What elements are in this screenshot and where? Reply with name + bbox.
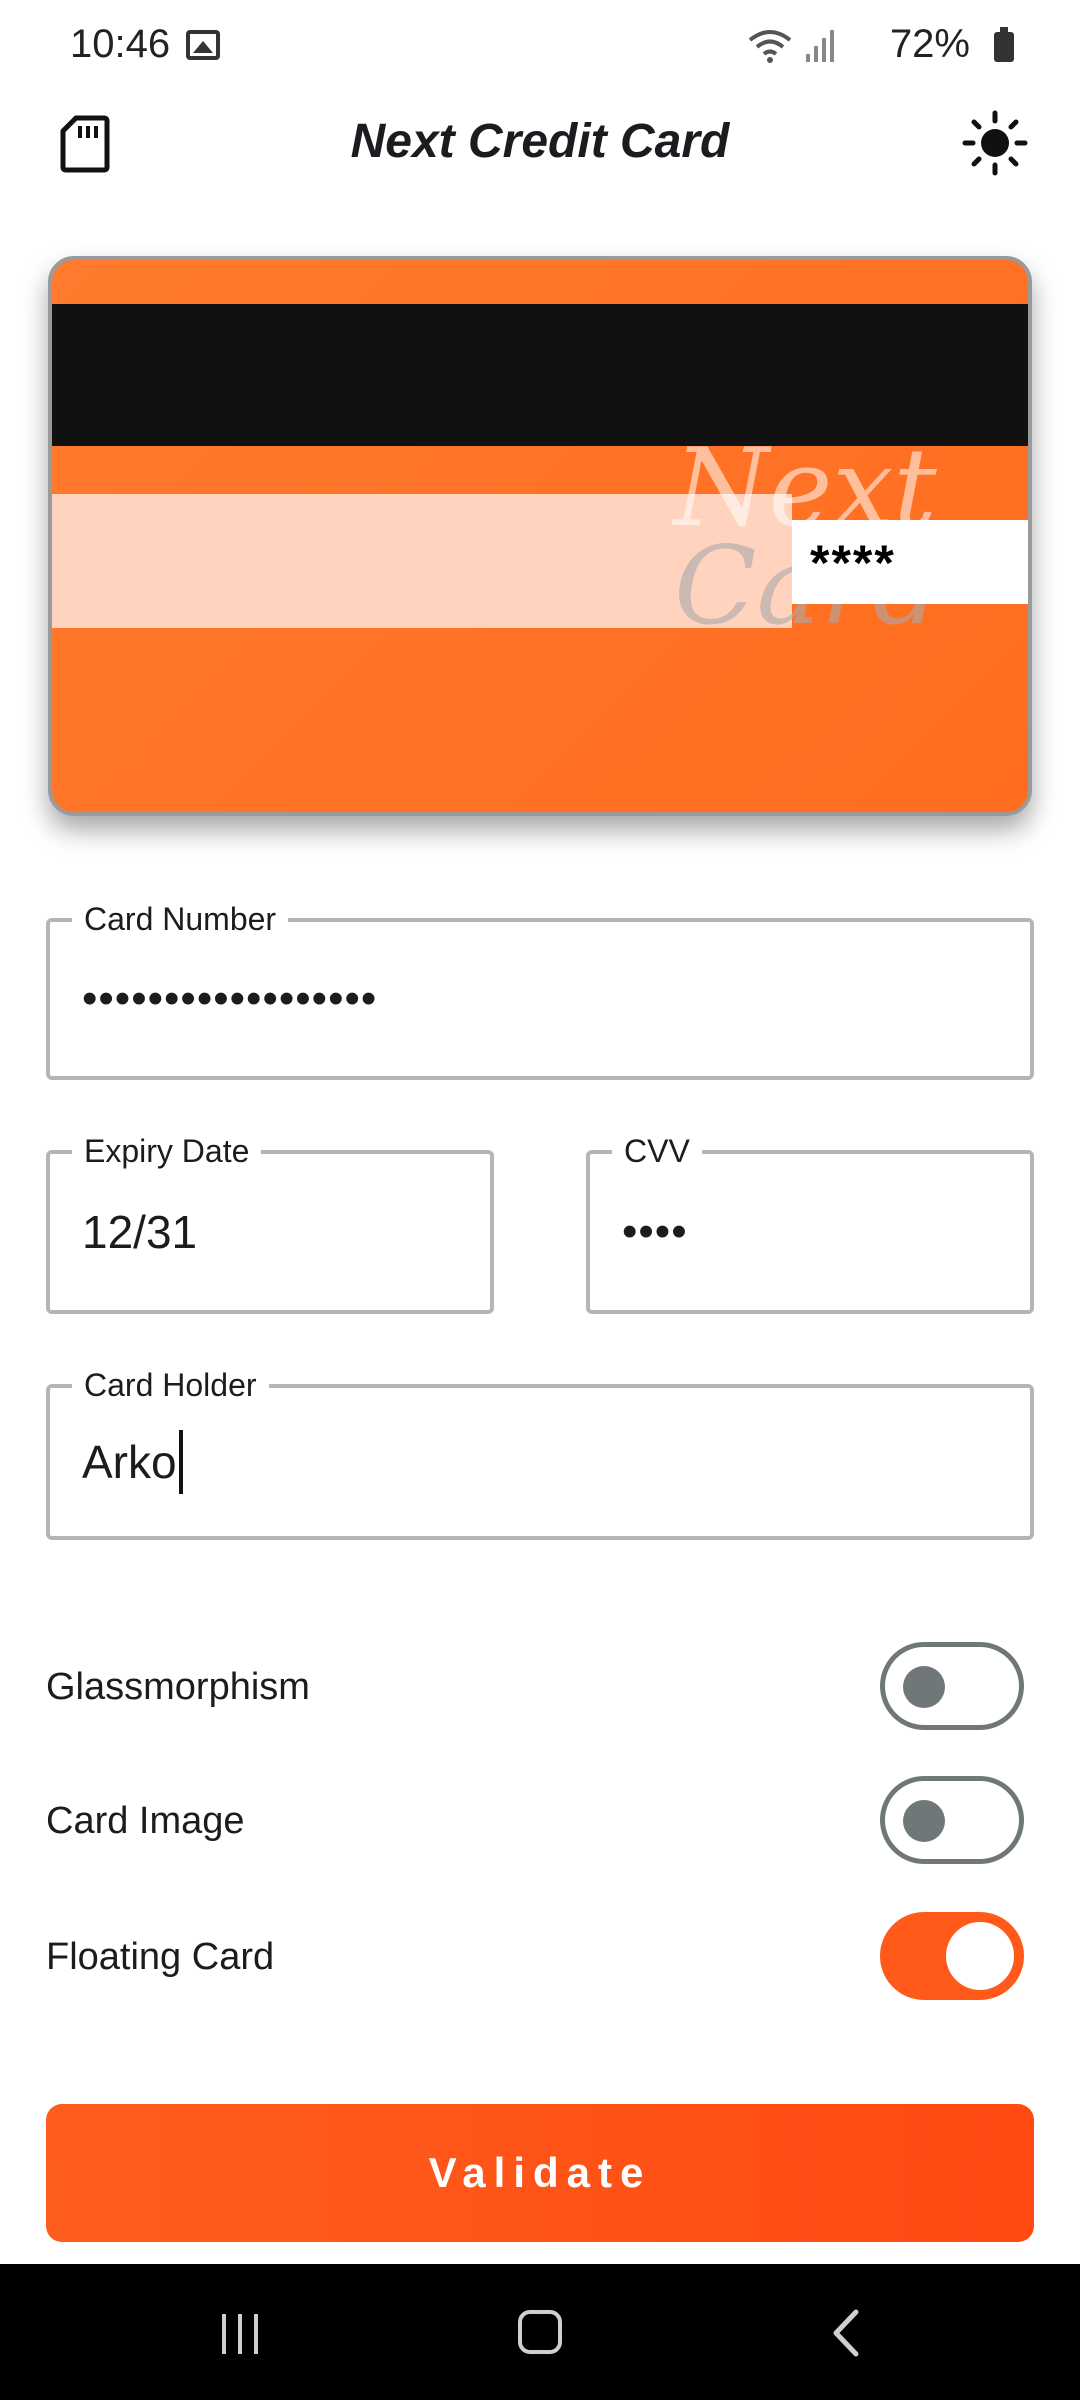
- toggle-row-glassmorphism: Glassmorphism: [46, 1642, 1034, 1734]
- card-holder-input[interactable]: Arko: [82, 1388, 183, 1536]
- system-nav-bar: [0, 2264, 1080, 2400]
- gallery-notification-icon: [186, 30, 220, 60]
- expiry-date-field[interactable]: Expiry Date 12/31: [46, 1132, 494, 1314]
- glassmorphism-switch[interactable]: [880, 1642, 1024, 1730]
- card-cvv-box: ****: [792, 520, 1028, 604]
- battery-percent: 72%: [889, 22, 970, 66]
- switch-knob: [903, 1800, 945, 1842]
- card-holder-field[interactable]: Card Holder Arko: [46, 1366, 1034, 1540]
- cvv-field[interactable]: CVV ••••: [586, 1132, 1034, 1314]
- floating-card-switch[interactable]: [880, 1912, 1024, 2000]
- floating-card-label: Floating Card: [46, 1936, 275, 1978]
- recent-apps-icon[interactable]: [218, 2312, 262, 2356]
- status-time: 10:46: [70, 22, 171, 66]
- home-icon[interactable]: [518, 2310, 562, 2354]
- expiry-date-value[interactable]: 12/31: [82, 1154, 197, 1310]
- page-title: Next Credit Card: [350, 115, 730, 168]
- app-bar: Next Credit Card: [0, 92, 1080, 192]
- wifi-icon: [748, 30, 792, 63]
- toggle-row-floating-card: Floating Card: [46, 1912, 1034, 2004]
- credit-card-preview[interactable]: Next Card ****: [48, 256, 1032, 816]
- signal-icon: [806, 30, 834, 62]
- glassmorphism-label: Glassmorphism: [46, 1666, 310, 1708]
- switch-knob: [946, 1922, 1014, 1990]
- card-holder-value: Arko: [82, 1436, 177, 1488]
- cvv-value[interactable]: ••••: [622, 1154, 688, 1310]
- card-image-label: Card Image: [46, 1800, 245, 1842]
- magnetic-stripe: [52, 304, 1028, 446]
- toggle-row-card-image: Card Image: [46, 1776, 1034, 1868]
- switch-knob: [903, 1666, 945, 1708]
- card-image-switch[interactable]: [880, 1776, 1024, 1864]
- battery-icon: [994, 27, 1014, 62]
- brightness-icon[interactable]: [962, 110, 1028, 176]
- validate-button[interactable]: Validate: [46, 2104, 1034, 2242]
- card-number-value[interactable]: ••••••••••••••••••: [82, 922, 377, 1076]
- card-number-field[interactable]: Card Number ••••••••••••••••••: [46, 900, 1034, 1080]
- status-bar: 10:46 72%: [0, 0, 1080, 92]
- text-cursor: [178, 1430, 183, 1494]
- back-icon[interactable]: [828, 2308, 862, 2358]
